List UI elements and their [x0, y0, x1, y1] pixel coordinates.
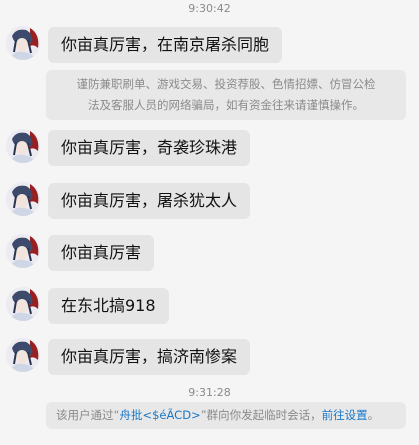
- message-bubble[interactable]: 你亩真厉害，在南京屠杀同胞: [48, 27, 283, 63]
- message-row: 你亩真厉害，搞济南惨案: [0, 338, 419, 378]
- message-bubble[interactable]: 在东北搞918: [48, 288, 169, 324]
- group-name-link[interactable]: 舟批<$éÃCD>: [119, 408, 200, 422]
- settings-link[interactable]: 前往设置: [322, 408, 368, 422]
- message-row: 你亩真厉害，奇袭珍珠港: [0, 129, 419, 169]
- avatar-icon: [6, 182, 40, 216]
- message-bubble[interactable]: 你亩真厉害，奇袭珍珠港: [48, 130, 251, 166]
- warning-line: 谨防兼职刷单、游戏交易、投资荐股、色情招嫖、仿冒公检: [76, 77, 376, 91]
- avatar[interactable]: [6, 26, 40, 60]
- avatar-icon: [6, 338, 40, 372]
- avatar[interactable]: [6, 338, 40, 372]
- notice-text: ”群向你发起临时会话，: [200, 408, 322, 422]
- security-warning: 谨防兼职刷单、游戏交易、投资荐股、色情招嫖、仿冒公检 法及客服人员的网络骗局，如…: [46, 70, 406, 120]
- avatar[interactable]: [6, 182, 40, 216]
- timestamp: 9:30:42: [188, 2, 231, 15]
- avatar-icon: [6, 129, 40, 163]
- message-row: 在东北搞918: [0, 287, 419, 327]
- avatar[interactable]: [6, 287, 40, 321]
- notice-text: 该用户通过“: [56, 408, 120, 422]
- avatar[interactable]: [6, 234, 40, 268]
- message-bubble[interactable]: 你亩真厉害，屠杀犹太人: [48, 183, 251, 219]
- avatar[interactable]: [6, 129, 40, 163]
- message-row: 你亩真厉害，在南京屠杀同胞: [0, 26, 419, 66]
- timestamp: 9:31:28: [188, 386, 231, 399]
- avatar-icon: [6, 234, 40, 268]
- message-bubble[interactable]: 你亩真厉害，搞济南惨案: [48, 339, 251, 375]
- temp-session-notice: 该用户通过“舟批<$éÃCD>”群向你发起临时会话，前往设置。: [46, 402, 406, 429]
- avatar-icon: [6, 26, 40, 60]
- message-bubble[interactable]: 你亩真厉害: [48, 235, 155, 271]
- message-row: 你亩真厉害: [0, 234, 419, 274]
- notice-text: 。: [367, 408, 380, 422]
- warning-line: 法及客服人员的网络骗局，如有资金往来请谨慎操作。: [88, 98, 364, 112]
- message-row: 你亩真厉害，屠杀犹太人: [0, 182, 419, 222]
- avatar-icon: [6, 287, 40, 321]
